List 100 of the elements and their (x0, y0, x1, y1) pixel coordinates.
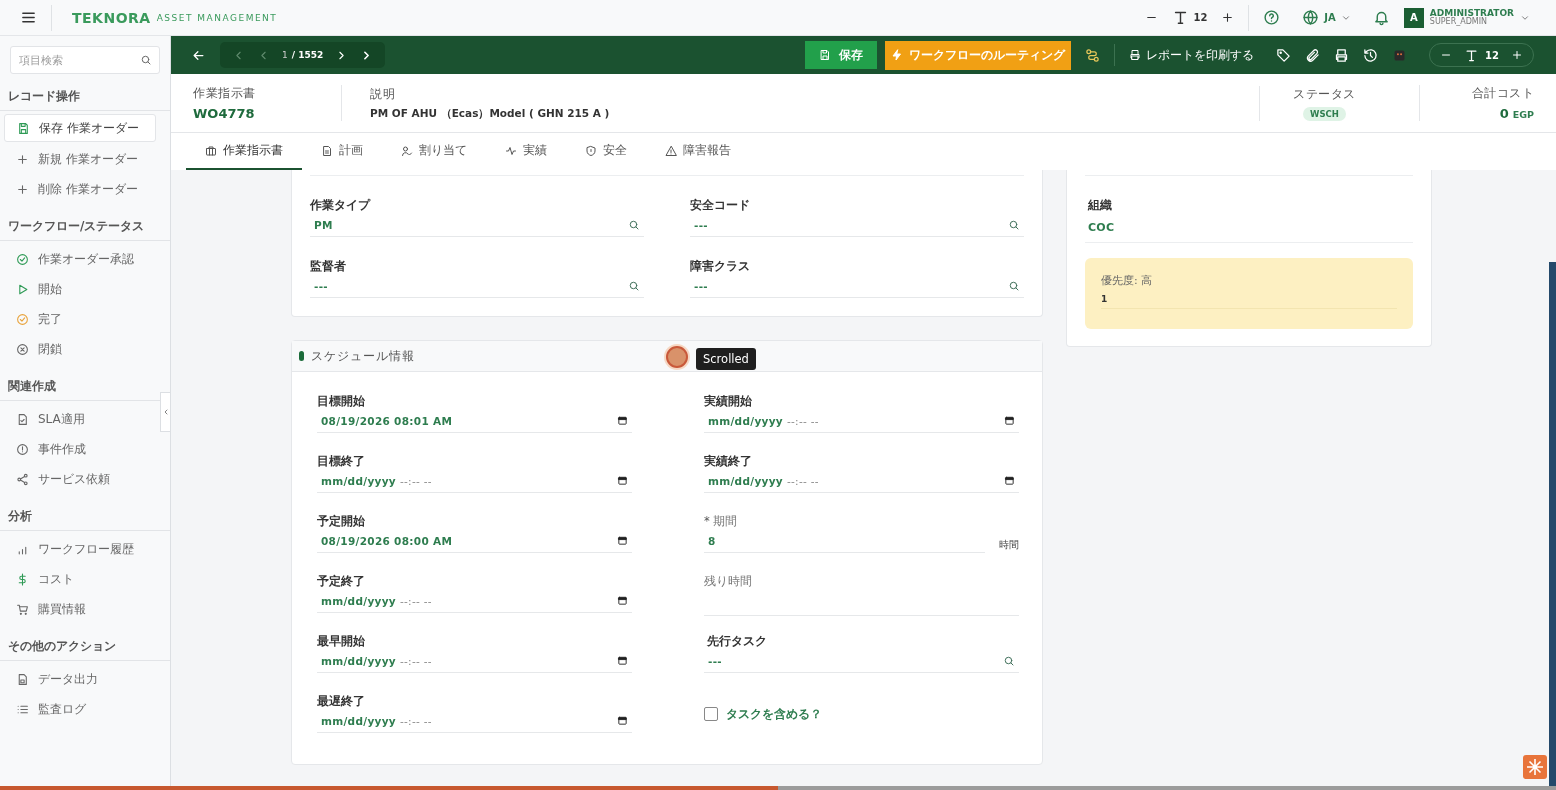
field-label: 監督者 (310, 259, 347, 274)
paperclip-icon[interactable] (1305, 47, 1321, 63)
date-field[interactable]: mm/dd/yyyy --:-- -- (317, 649, 632, 673)
activity-icon (505, 144, 517, 157)
sidebar-item[interactable]: サービス依頼 (4, 464, 156, 494)
calendar-icon (617, 415, 628, 426)
status-badge: WSCH (1303, 106, 1346, 121)
date-field[interactable]: 08/19/2026 08:00 AM (317, 529, 632, 553)
collapse-handle[interactable] (160, 392, 171, 432)
description-value: PM OF AHU （Ecas）Model ( GHN 215 A ) (370, 106, 611, 121)
date-field[interactable]: mm/dd/yyyy --:-- -- (704, 469, 1019, 493)
field-label: * 期間 (704, 514, 739, 529)
lookup-field[interactable]: --- (704, 649, 1019, 673)
tab[interactable]: 割り当て (382, 133, 486, 170)
sidebar-item[interactable]: データ出力 (4, 664, 156, 694)
play-icon (16, 282, 29, 296)
help-icon[interactable] (1263, 9, 1281, 26)
sidebar-item[interactable]: 閉鎖 (4, 334, 156, 364)
page-number: 1 (282, 50, 288, 60)
document-icon (16, 412, 29, 426)
date-field[interactable]: mm/dd/yyyy --:-- -- (317, 709, 632, 733)
search-icon (1008, 279, 1020, 292)
calendar-icon (1004, 415, 1015, 426)
lookup-field[interactable]: PM (310, 213, 644, 237)
field-label: 作業タイプ (310, 198, 372, 213)
priority-label: 優先度: 高 (1101, 273, 1154, 288)
tab[interactable]: 計画 (302, 133, 382, 170)
save-icon (17, 121, 30, 135)
calendar-icon (1004, 475, 1015, 486)
sidebar-item[interactable]: 購買情報 (4, 594, 156, 624)
field-label: 残り時間 (704, 574, 753, 589)
alert-icon (16, 442, 29, 456)
increase-font-icon[interactable] (1221, 11, 1235, 24)
sidebar-item[interactable]: 開始 (4, 274, 156, 304)
tab[interactable]: 安全 (566, 133, 646, 170)
sidebar-item[interactable]: 削除 作業オーダー (4, 174, 156, 204)
checkbox-label: タスクを含める？ (726, 706, 822, 722)
search-field[interactable]: 項目検索 (10, 46, 160, 74)
plus-icon (16, 152, 29, 166)
calendar-icon (617, 715, 628, 726)
close-circle-icon (16, 342, 29, 356)
calendar-icon (617, 535, 628, 546)
date-field[interactable]: 08/19/2026 08:01 AM (317, 409, 632, 433)
sidebar-item[interactable]: ワークフロー履歴 (4, 534, 156, 564)
cart-icon (16, 602, 29, 616)
sidebar-item[interactable]: 新規 作業オーダー (4, 144, 156, 174)
logo-tagline: ASSET MANAGEMENT (156, 12, 278, 23)
lookup-field[interactable]: --- (690, 213, 1024, 237)
section-marker (299, 351, 304, 361)
sidebar-item[interactable]: 完了 (4, 304, 156, 334)
field-label: 予定終了 (317, 574, 366, 589)
user-menu[interactable]: A ADMINISTRATOR SUPER_ADMIN (1403, 7, 1530, 28)
language-selector[interactable]: JA (1294, 9, 1359, 26)
check-circle-icon (16, 312, 29, 326)
lookup-field[interactable]: --- (310, 274, 644, 298)
save-button[interactable]: 保存 (805, 41, 878, 69)
calendar-icon (617, 655, 628, 666)
sidebar-item[interactable]: SLA適用 (4, 404, 156, 434)
user-name: ADMINISTRATOR (1429, 9, 1514, 18)
section-heading: その他のアクション (0, 632, 170, 661)
sidebar-item[interactable]: コスト (4, 564, 156, 594)
search-icon (628, 279, 640, 292)
checkbox[interactable] (704, 707, 718, 721)
document-icon (16, 672, 29, 686)
field-label: 組織 (1088, 198, 1113, 213)
share-icon (16, 472, 29, 486)
font-size-value: 12 (1485, 49, 1499, 61)
calendar-icon (617, 595, 628, 606)
field-label: 合計コスト (1471, 85, 1534, 102)
sidebar-item[interactable]: 作業オーダー承認 (4, 244, 156, 274)
sidebar-item[interactable]: 監査ログ (4, 694, 156, 724)
section-heading: レコード操作 (0, 82, 170, 111)
notification-icon[interactable] (1372, 9, 1390, 26)
print-report-button[interactable]: レポートを印刷する (1129, 47, 1255, 63)
lookup-field[interactable]: --- (690, 274, 1024, 298)
field-label: 目標開始 (317, 394, 366, 409)
field-value: COC (1088, 221, 1116, 234)
lightning-icon (891, 49, 904, 61)
date-field[interactable]: mm/dd/yyyy --:-- -- (317, 469, 632, 493)
cost-value: 0 (1499, 106, 1509, 121)
warning-icon (665, 144, 677, 157)
increase-font-icon[interactable] (1511, 49, 1523, 61)
sidebar-item[interactable]: 事件作成 (4, 434, 156, 464)
route-icon[interactable] (1085, 47, 1101, 63)
search-icon (140, 54, 152, 66)
dollar-icon (16, 572, 29, 586)
click-indicator (666, 346, 688, 368)
printer-icon[interactable] (1334, 47, 1350, 63)
tab[interactable]: 実績 (486, 133, 566, 170)
section-heading: ワークフロー/ステータス (0, 212, 170, 241)
sidebar-item[interactable]: 保存 作業オーダー (4, 114, 156, 142)
date-field[interactable]: mm/dd/yyyy --:-- -- (317, 589, 632, 613)
history-icon[interactable] (1363, 47, 1379, 63)
tag-icon[interactable] (1276, 47, 1292, 63)
assistant-icon[interactable] (1523, 755, 1547, 779)
number-field[interactable]: 8 (704, 529, 985, 553)
work-order-number: WO4778 (193, 106, 256, 121)
tab[interactable]: 障害報告 (646, 133, 750, 170)
date-field[interactable]: mm/dd/yyyy --:-- -- (704, 409, 1019, 433)
page-total: / 1552 (291, 50, 324, 60)
